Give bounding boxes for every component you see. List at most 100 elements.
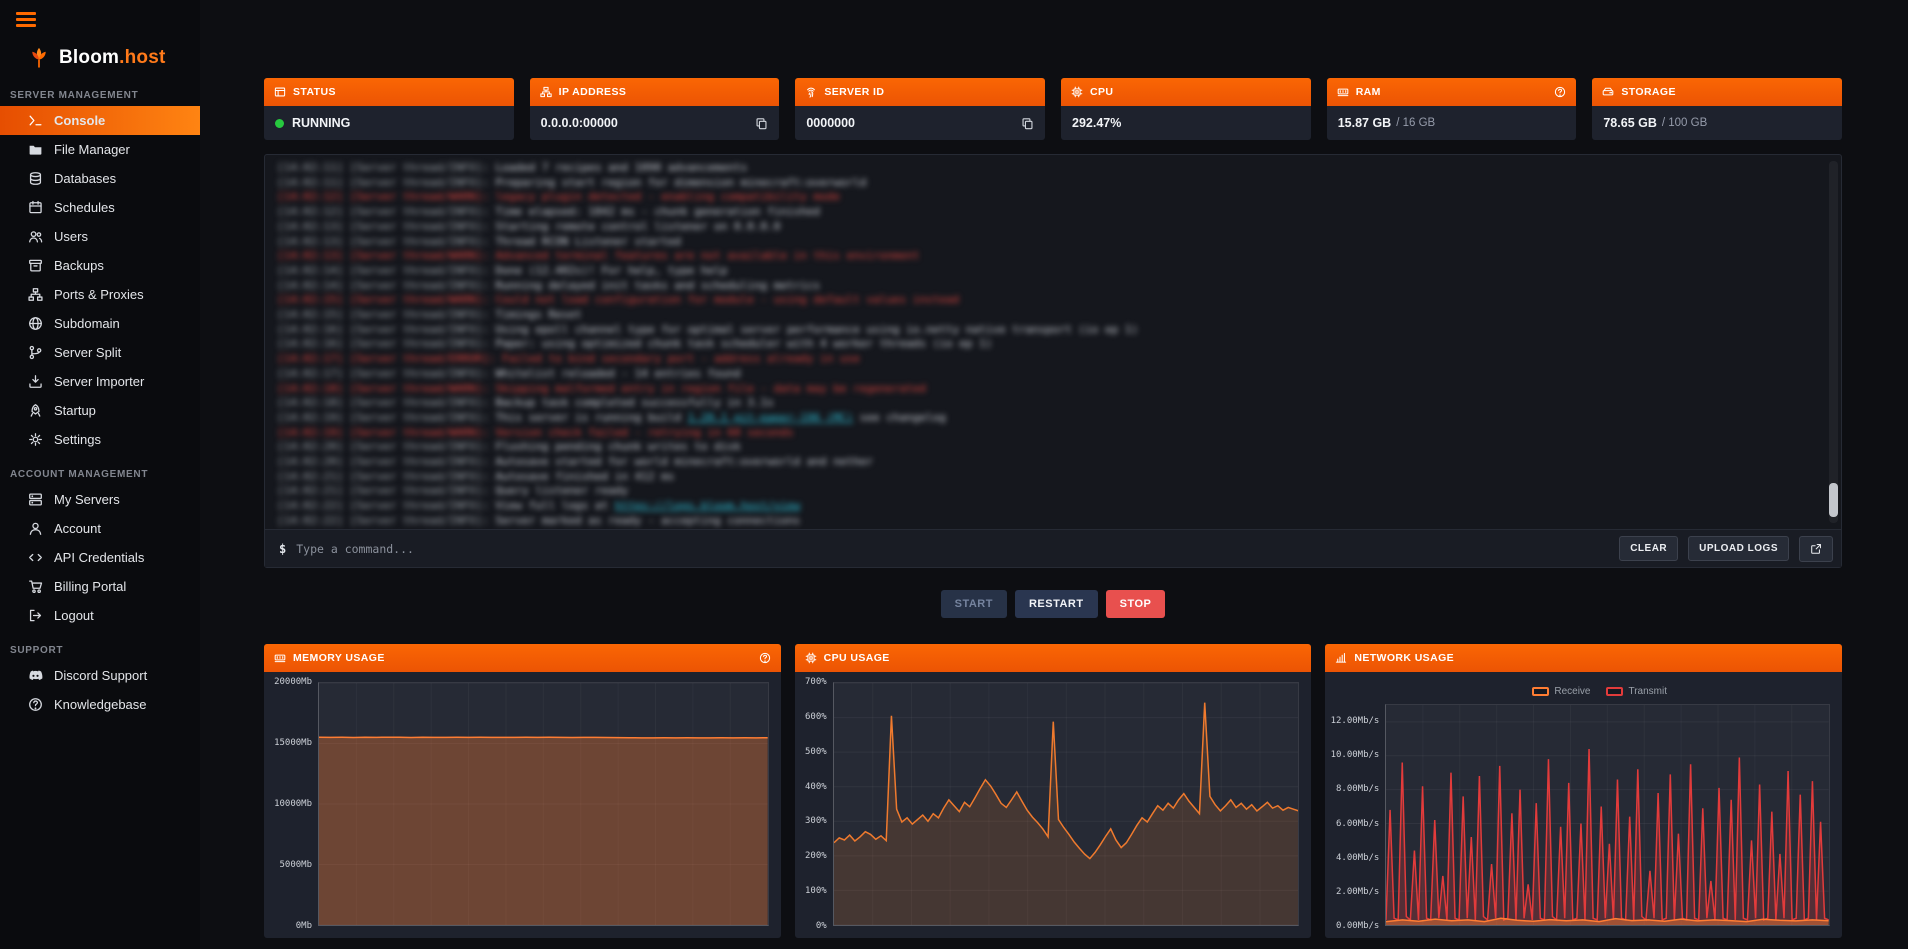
logo[interactable]: Bloom.host bbox=[26, 45, 200, 71]
sidebar-item-server-importer[interactable]: Server Importer bbox=[0, 367, 200, 396]
console-log-line: [14:02:18] [Server thread/INFO]: Backup … bbox=[277, 396, 1817, 411]
app-root: Bloom.host SERVER MANAGEMENTConsoleFile … bbox=[0, 0, 1908, 949]
stat-card-header: CPU bbox=[1061, 78, 1311, 106]
ip-icon bbox=[540, 86, 552, 98]
y-axis-labels: 12.00Mb/s10.00Mb/s8.00Mb/s6.00Mb/s4.00Mb… bbox=[1329, 704, 1385, 926]
start-button[interactable]: START bbox=[941, 590, 1007, 618]
sidebar-item-label: Logout bbox=[54, 608, 94, 623]
chart-title: NETWORK USAGE bbox=[1354, 652, 1454, 664]
storage-icon bbox=[1602, 86, 1614, 98]
copy-icon[interactable] bbox=[1021, 117, 1034, 130]
stat-card-storage: STORAGE 78.65 GB / 100 GB bbox=[1592, 78, 1842, 140]
axis-tick-label: 200% bbox=[805, 851, 827, 861]
terminal-icon bbox=[28, 113, 43, 128]
console-log-line: [14:02:16] [Server thread/INFO]: Paper: … bbox=[277, 337, 1817, 352]
sidebar-item-knowledgebase[interactable]: Knowledgebase bbox=[0, 690, 200, 719]
restart-button[interactable]: RESTART bbox=[1015, 590, 1098, 618]
cpu-icon bbox=[805, 652, 817, 664]
axis-tick-label: 6.00Mb/s bbox=[1336, 819, 1379, 829]
sidebar-item-subdomain[interactable]: Subdomain bbox=[0, 309, 200, 338]
axis-tick-label: 10000Mb bbox=[274, 799, 312, 809]
sidebar-item-databases[interactable]: Databases bbox=[0, 164, 200, 193]
sidebar-item-label: Console bbox=[54, 113, 105, 128]
stat-card-header: IP ADDRESS bbox=[530, 78, 780, 106]
users-icon bbox=[28, 229, 43, 244]
sidebar-item-users[interactable]: Users bbox=[0, 222, 200, 251]
stat-card-ip-address: IP ADDRESS 0.0.0.0:00000 bbox=[530, 78, 780, 140]
sidebar-item-backups[interactable]: Backups bbox=[0, 251, 200, 280]
sidebar-item-label: Knowledgebase bbox=[54, 697, 147, 712]
console-scrollbar[interactable] bbox=[1829, 161, 1838, 523]
import-icon bbox=[28, 374, 43, 389]
sidebar-item-logout[interactable]: Logout bbox=[0, 601, 200, 630]
stop-button[interactable]: STOP bbox=[1106, 590, 1166, 618]
chart-title: CPU USAGE bbox=[824, 652, 890, 664]
sidebar-item-discord-support[interactable]: Discord Support bbox=[0, 661, 200, 690]
stat-card-title: IP ADDRESS bbox=[559, 86, 627, 98]
chart-title: MEMORY USAGE bbox=[293, 652, 385, 664]
chart-plot bbox=[1385, 704, 1830, 926]
console-log[interactable]: [14:02:11] [Server thread/INFO]: Loaded … bbox=[265, 155, 1841, 529]
command-input[interactable] bbox=[296, 542, 1609, 556]
axis-tick-label: 20000Mb bbox=[274, 677, 312, 687]
chart-area: 20000Mb15000Mb10000Mb5000Mb0Mb bbox=[268, 682, 769, 926]
stat-value: 292.47% bbox=[1072, 116, 1121, 130]
console-log-line: [14:02:17] [Server thread/INFO]: Whiteli… bbox=[277, 367, 1817, 382]
stat-value: 0.0.0.0:00000 bbox=[541, 116, 618, 130]
stat-card-body: 15.87 GB / 16 GB bbox=[1327, 106, 1577, 140]
stat-card-title: STATUS bbox=[293, 86, 336, 98]
stat-card-header: SERVER ID bbox=[795, 78, 1045, 106]
stat-card-header: STORAGE bbox=[1592, 78, 1842, 106]
sidebar-item-api-credentials[interactable]: API Credentials bbox=[0, 543, 200, 572]
expand-console-button[interactable] bbox=[1799, 536, 1833, 562]
stat-card-body: 78.65 GB / 100 GB bbox=[1592, 106, 1842, 140]
help-icon[interactable] bbox=[1554, 86, 1566, 98]
sidebar-nav: SERVER MANAGEMENTConsoleFile ManagerData… bbox=[0, 75, 200, 719]
sidebar-item-console[interactable]: Console bbox=[0, 106, 200, 135]
axis-tick-label: 12.00Mb/s bbox=[1331, 716, 1380, 726]
rocket-icon bbox=[28, 403, 43, 418]
console-log-line: [14:02:19] [Server thread/INFO]: This se… bbox=[277, 411, 1817, 426]
console-input-row: $ CLEAR UPLOAD LOGS bbox=[265, 529, 1841, 567]
menu-icon[interactable] bbox=[16, 12, 36, 27]
sidebar-item-startup[interactable]: Startup bbox=[0, 396, 200, 425]
logo-text: Bloom.host bbox=[59, 47, 166, 69]
console-log-line: [14:02:13] [Server thread/INFO]: Startin… bbox=[277, 220, 1817, 235]
stat-card-title: SERVER ID bbox=[824, 86, 884, 98]
main-content: STATUS RUNNING IP ADDRESS 0.0.0.0:00000 bbox=[200, 0, 1908, 949]
chart-body: 700%600%500%400%300%200%100%0% bbox=[795, 672, 1312, 938]
chart-card-memory-usage: MEMORY USAGE 20000Mb15000Mb10000Mb5000Mb… bbox=[264, 644, 781, 938]
legend-item-receive[interactable]: Receive bbox=[1532, 686, 1590, 697]
sidebar-item-server-split[interactable]: Server Split bbox=[0, 338, 200, 367]
sidebar-item-settings[interactable]: Settings bbox=[0, 425, 200, 454]
nav-section-title: SUPPORT bbox=[0, 630, 200, 661]
console-scrollbar-thumb[interactable] bbox=[1829, 483, 1838, 517]
help-icon[interactable] bbox=[759, 652, 771, 664]
console-log-line: [14:02:16] [Server thread/INFO]: Using e… bbox=[277, 323, 1817, 338]
stat-card-title: STORAGE bbox=[1621, 86, 1676, 98]
legend-item-transmit[interactable]: Transmit bbox=[1606, 686, 1667, 697]
y-axis-labels: 20000Mb15000Mb10000Mb5000Mb0Mb bbox=[268, 682, 318, 926]
stat-card-server-id: SERVER ID 0000000 bbox=[795, 78, 1045, 140]
upload-logs-button[interactable]: UPLOAD LOGS bbox=[1688, 536, 1789, 561]
sidebar-item-schedules[interactable]: Schedules bbox=[0, 193, 200, 222]
console-log-line: [14:02:13] [Server thread/WARN]: Advance… bbox=[277, 249, 1817, 264]
console-log-line: [14:02:12] [Server thread/INFO]: Time el… bbox=[277, 205, 1817, 220]
copy-icon[interactable] bbox=[755, 117, 768, 130]
sidebar-item-ports-proxies[interactable]: Ports & Proxies bbox=[0, 280, 200, 309]
stats-row: STATUS RUNNING IP ADDRESS 0.0.0.0:00000 bbox=[264, 78, 1842, 140]
sidebar-item-file-manager[interactable]: File Manager bbox=[0, 135, 200, 164]
sidebar-item-billing-portal[interactable]: Billing Portal bbox=[0, 572, 200, 601]
console-log-line: [14:02:19] [Server thread/WARN]: Version… bbox=[277, 426, 1817, 441]
axis-tick-label: 0% bbox=[816, 921, 827, 931]
legend-label: Receive bbox=[1554, 686, 1590, 697]
clear-button[interactable]: CLEAR bbox=[1619, 536, 1678, 561]
sidebar-item-my-servers[interactable]: My Servers bbox=[0, 485, 200, 514]
axis-tick-label: 5000Mb bbox=[279, 860, 312, 870]
sidebar-item-account[interactable]: Account bbox=[0, 514, 200, 543]
bloom-logo-icon bbox=[26, 45, 52, 71]
stat-card-body: 292.47% bbox=[1061, 106, 1311, 140]
chart-card-cpu-usage: CPU USAGE 700%600%500%400%300%200%100%0% bbox=[795, 644, 1312, 938]
chart-card-header: CPU USAGE bbox=[795, 644, 1312, 672]
axis-tick-label: 600% bbox=[805, 712, 827, 722]
